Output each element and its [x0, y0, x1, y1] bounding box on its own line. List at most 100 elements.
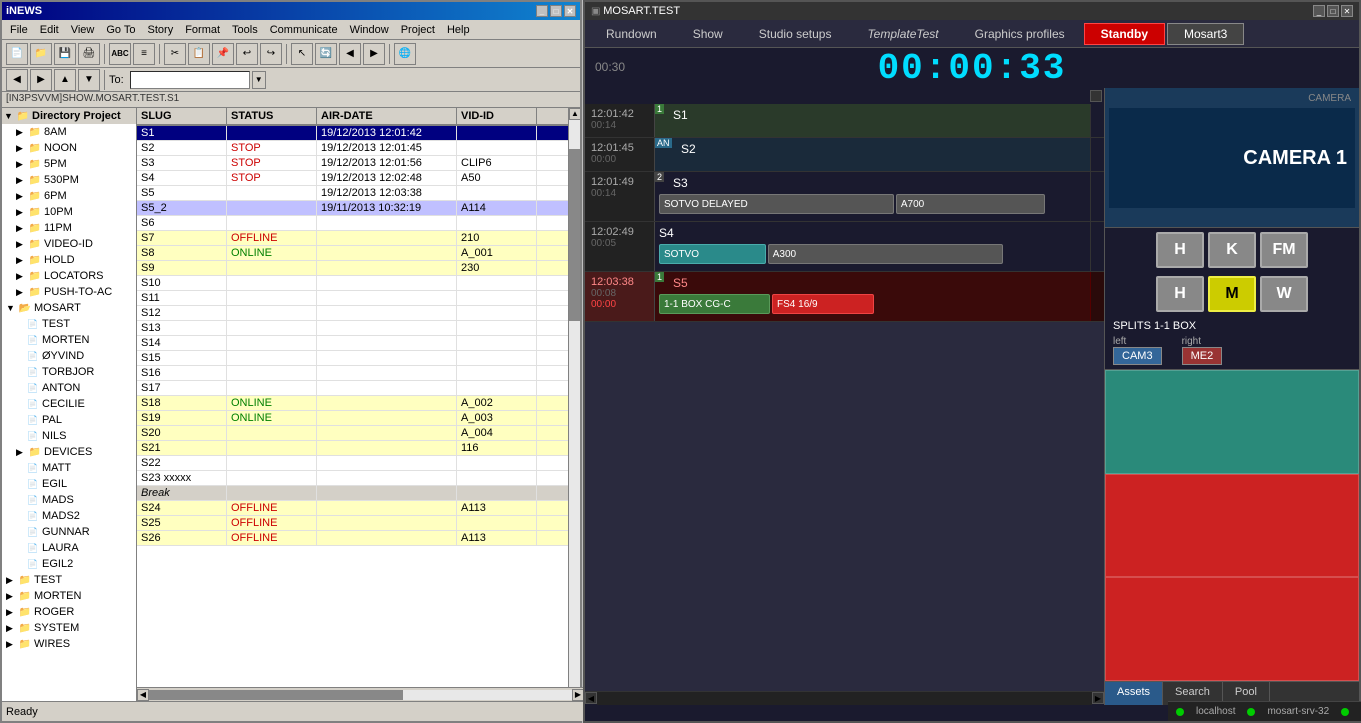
close-button[interactable]: ✕ [564, 5, 576, 17]
red-button-1[interactable] [1105, 474, 1359, 578]
button-h-2[interactable]: H [1156, 276, 1204, 312]
mosart-minimize[interactable]: _ [1313, 5, 1325, 17]
scroll-thumb[interactable] [569, 149, 580, 321]
sidebar-item-10pm[interactable]: ▶ 📁 10PM [2, 204, 136, 220]
sidebar-item-push-to-ac[interactable]: ▶ 📁 PUSH-TO-AC [2, 284, 136, 300]
sidebar-item-8am[interactable]: ▶ 📁 8AM [2, 124, 136, 140]
table-row[interactable]: S16 [137, 366, 568, 381]
table-row[interactable]: S25 OFFLINE [137, 516, 568, 531]
timeline-row-s5[interactable]: 12:03:38 00:08 00:00 1 S5 1-1 BOX CG-C F… [585, 272, 1104, 322]
sidebar-item-nils[interactable]: 📄 NILS [2, 428, 136, 444]
sidebar-item-cecilie[interactable]: 📄 CECILIE [2, 396, 136, 412]
sidebar-item-video-id[interactable]: ▶ 📁 VIDEO-ID [2, 236, 136, 252]
print-icon[interactable]: 🖨 [78, 43, 100, 65]
menu-help[interactable]: Help [441, 22, 476, 38]
table-row[interactable]: S21 116 [137, 441, 568, 456]
mosart-maximize[interactable]: □ [1327, 5, 1339, 17]
table-row[interactable]: S9 230 [137, 261, 568, 276]
globe-icon[interactable]: 🌐 [394, 43, 416, 65]
right-icon[interactable]: ▶ [30, 69, 52, 91]
root-expander[interactable]: ▼ [4, 111, 16, 121]
sidebar-item-test2[interactable]: ▶ 📁 TEST [2, 572, 136, 588]
menu-file[interactable]: File [4, 22, 34, 38]
to-dropdown[interactable]: ▼ [252, 71, 266, 89]
redo-icon[interactable]: ↪ [260, 43, 282, 65]
tab-assets[interactable]: Assets [1105, 682, 1163, 705]
sidebar-item-egil[interactable]: 📄 EGIL [2, 476, 136, 492]
table-row[interactable]: S2 STOP 19/12/2013 12:01:45 [137, 141, 568, 156]
scroll-track[interactable] [569, 120, 580, 693]
abc-icon[interactable]: ABC [109, 43, 131, 65]
sidebar-item-noon[interactable]: ▶ 📁 NOON [2, 140, 136, 156]
tab-rundown[interactable]: Rundown [589, 23, 674, 45]
maximize-button[interactable]: □ [550, 5, 562, 17]
menu-edit[interactable]: Edit [34, 22, 65, 38]
timeline-hscroll[interactable]: ◀ ▶ [585, 691, 1104, 705]
timeline-row-s1[interactable]: 12:01:42 00:14 1 S1 [585, 104, 1104, 138]
table-row[interactable]: S5_2 19/11/2013 10:32:19 A114 [137, 201, 568, 216]
tab-graphics-profiles[interactable]: Graphics profiles [958, 23, 1082, 45]
table-row[interactable]: S18 ONLINE A_002 [137, 396, 568, 411]
save-icon[interactable]: 💾 [54, 43, 76, 65]
minimize-button[interactable]: _ [536, 5, 548, 17]
file-tree[interactable]: ▼ 📁 Directory Project ▶ 📁 8AM ▶ 📁 NOON ▶… [2, 108, 137, 705]
table-row[interactable]: S8 ONLINE A_001 [137, 246, 568, 261]
sidebar-item-gunnar[interactable]: 📄 GUNNAR [2, 524, 136, 540]
timeline-row-s4[interactable]: 12:02:49 00:05 S4 SOTVO A300 [585, 222, 1104, 272]
table-row[interactable]: S4 STOP 19/12/2013 12:02:48 A50 [137, 171, 568, 186]
table-row[interactable]: S10 [137, 276, 568, 291]
menu-format[interactable]: Format [179, 22, 226, 38]
table-row[interactable]: S23 xxxxx [137, 471, 568, 486]
button-k[interactable]: K [1208, 232, 1256, 268]
col-header-vidid[interactable]: VID-ID [457, 108, 537, 124]
format-icon[interactable]: ≡ [133, 43, 155, 65]
table-row[interactable]: S1 19/12/2013 12:01:42 [137, 126, 568, 141]
cut-icon[interactable]: ✂ [164, 43, 186, 65]
tab-show[interactable]: Show [676, 23, 740, 45]
table-row[interactable]: S22 [137, 456, 568, 471]
sidebar-item-laura[interactable]: 📄 LAURA [2, 540, 136, 556]
col-header-status[interactable]: STATUS [227, 108, 317, 124]
up-icon[interactable]: ▲ [54, 69, 76, 91]
table-row[interactable]: S6 [137, 216, 568, 231]
sidebar-item-devices[interactable]: ▶ 📁 DEVICES [2, 444, 136, 460]
scroll-up-button[interactable]: ▲ [569, 108, 580, 120]
open-icon[interactable]: 📁 [30, 43, 52, 65]
sidebar-item-system[interactable]: ▶ 📁 SYSTEM [2, 620, 136, 636]
copy-icon[interactable]: 📋 [188, 43, 210, 65]
rundown-table[interactable]: SLUG STATUS AIR-DATE VID-ID S1 19/12/201… [137, 108, 568, 705]
tab-standby[interactable]: Standby [1084, 23, 1165, 45]
table-row[interactable]: S15 [137, 351, 568, 366]
button-m[interactable]: M [1208, 276, 1256, 312]
table-row[interactable]: S3 STOP 19/12/2013 12:01:56 CLIP6 [137, 156, 568, 171]
menu-window[interactable]: Window [344, 22, 395, 38]
vertical-scrollbar[interactable]: ▲ ▼ [568, 108, 580, 705]
table-row[interactable]: S12 [137, 306, 568, 321]
scroll-left-button[interactable]: ◀ [137, 689, 149, 701]
sidebar-item-egil2[interactable]: 📄 EGIL2 [2, 556, 136, 572]
tl-scroll-track[interactable] [597, 692, 1092, 705]
menu-communicate[interactable]: Communicate [264, 22, 344, 38]
table-row[interactable]: S20 A_004 [137, 426, 568, 441]
timeline-row-s3[interactable]: 12:01:49 00:14 2 S3 SOTVO DELAYED A700 [585, 172, 1104, 222]
horizontal-scrollbar[interactable]: ◀ ▶ [137, 687, 584, 701]
forward-icon[interactable]: ▶ [363, 43, 385, 65]
teal-button-1[interactable] [1105, 370, 1359, 474]
table-row[interactable]: S14 [137, 336, 568, 351]
tl-scroll-right[interactable]: ▶ [1092, 692, 1104, 704]
menu-project[interactable]: Project [395, 22, 441, 38]
timeline-row-s2[interactable]: 12:01:45 00:00 AN S2 [585, 138, 1104, 172]
sidebar-item-mads2[interactable]: 📄 MADS2 [2, 508, 136, 524]
sidebar-item-pal[interactable]: 📄 PAL [2, 412, 136, 428]
table-row[interactable]: S24 OFFLINE A113 [137, 501, 568, 516]
sidebar-item-530pm[interactable]: ▶ 📁 530PM [2, 172, 136, 188]
table-row[interactable]: S5 19/12/2013 12:03:38 [137, 186, 568, 201]
table-row[interactable]: S19 ONLINE A_003 [137, 411, 568, 426]
menu-goto[interactable]: Go To [100, 22, 141, 38]
table-row[interactable]: S26 OFFLINE A113 [137, 531, 568, 546]
menu-story[interactable]: Story [142, 22, 180, 38]
left-icon[interactable]: ◀ [6, 69, 28, 91]
menu-tools[interactable]: Tools [226, 22, 264, 38]
sidebar-item-morten2[interactable]: ▶ 📁 MORTEN [2, 588, 136, 604]
back-icon[interactable]: ◀ [339, 43, 361, 65]
